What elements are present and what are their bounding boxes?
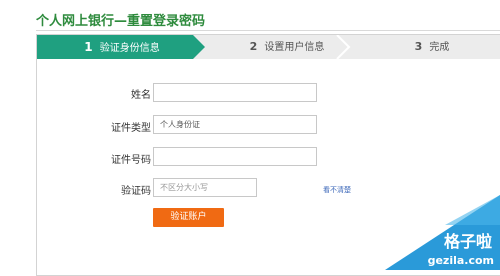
id-number-label: 证件号码 [111,155,151,166]
step-1-number: 1 [84,40,93,54]
step-3-label: 完成 [429,42,450,53]
watermark-text-en: gezila.com [427,254,494,267]
id-type-select[interactable]: 个人身份证 [153,115,317,134]
step-2-label: 设置用户信息 [264,42,325,53]
id-type-label: 证件类型 [111,123,151,134]
step-3-number: 3 [414,40,423,53]
watermark-text-cn: 格子啦 [443,232,492,251]
name-label: 姓名 [131,90,151,101]
step-1-label: 验证身份信息 [99,43,160,54]
watermark-highlight [445,195,500,225]
step-2: 2 设置用户信息 [217,35,357,59]
title-divider [36,30,500,31]
verify-account-button[interactable]: 验证账户 [153,208,224,227]
step-3: 3 完成 [377,35,487,59]
id-number-input[interactable] [153,147,317,166]
step-progress-bar: 1 验证身份信息 2 设置用户信息 3 完成 [37,35,500,59]
captcha-label: 验证码 [121,186,151,197]
name-input[interactable] [153,83,317,102]
watermark: 格子啦 gezila.com [385,195,500,270]
refresh-captcha-link[interactable]: 看不清楚 [323,185,351,195]
captcha-input[interactable]: 不区分大小写 [153,178,257,197]
page-title: 个人网上银行—重置登录密码 [36,14,206,29]
step-1: 1 验证身份信息 [47,35,197,59]
step-2-number: 2 [249,40,258,53]
